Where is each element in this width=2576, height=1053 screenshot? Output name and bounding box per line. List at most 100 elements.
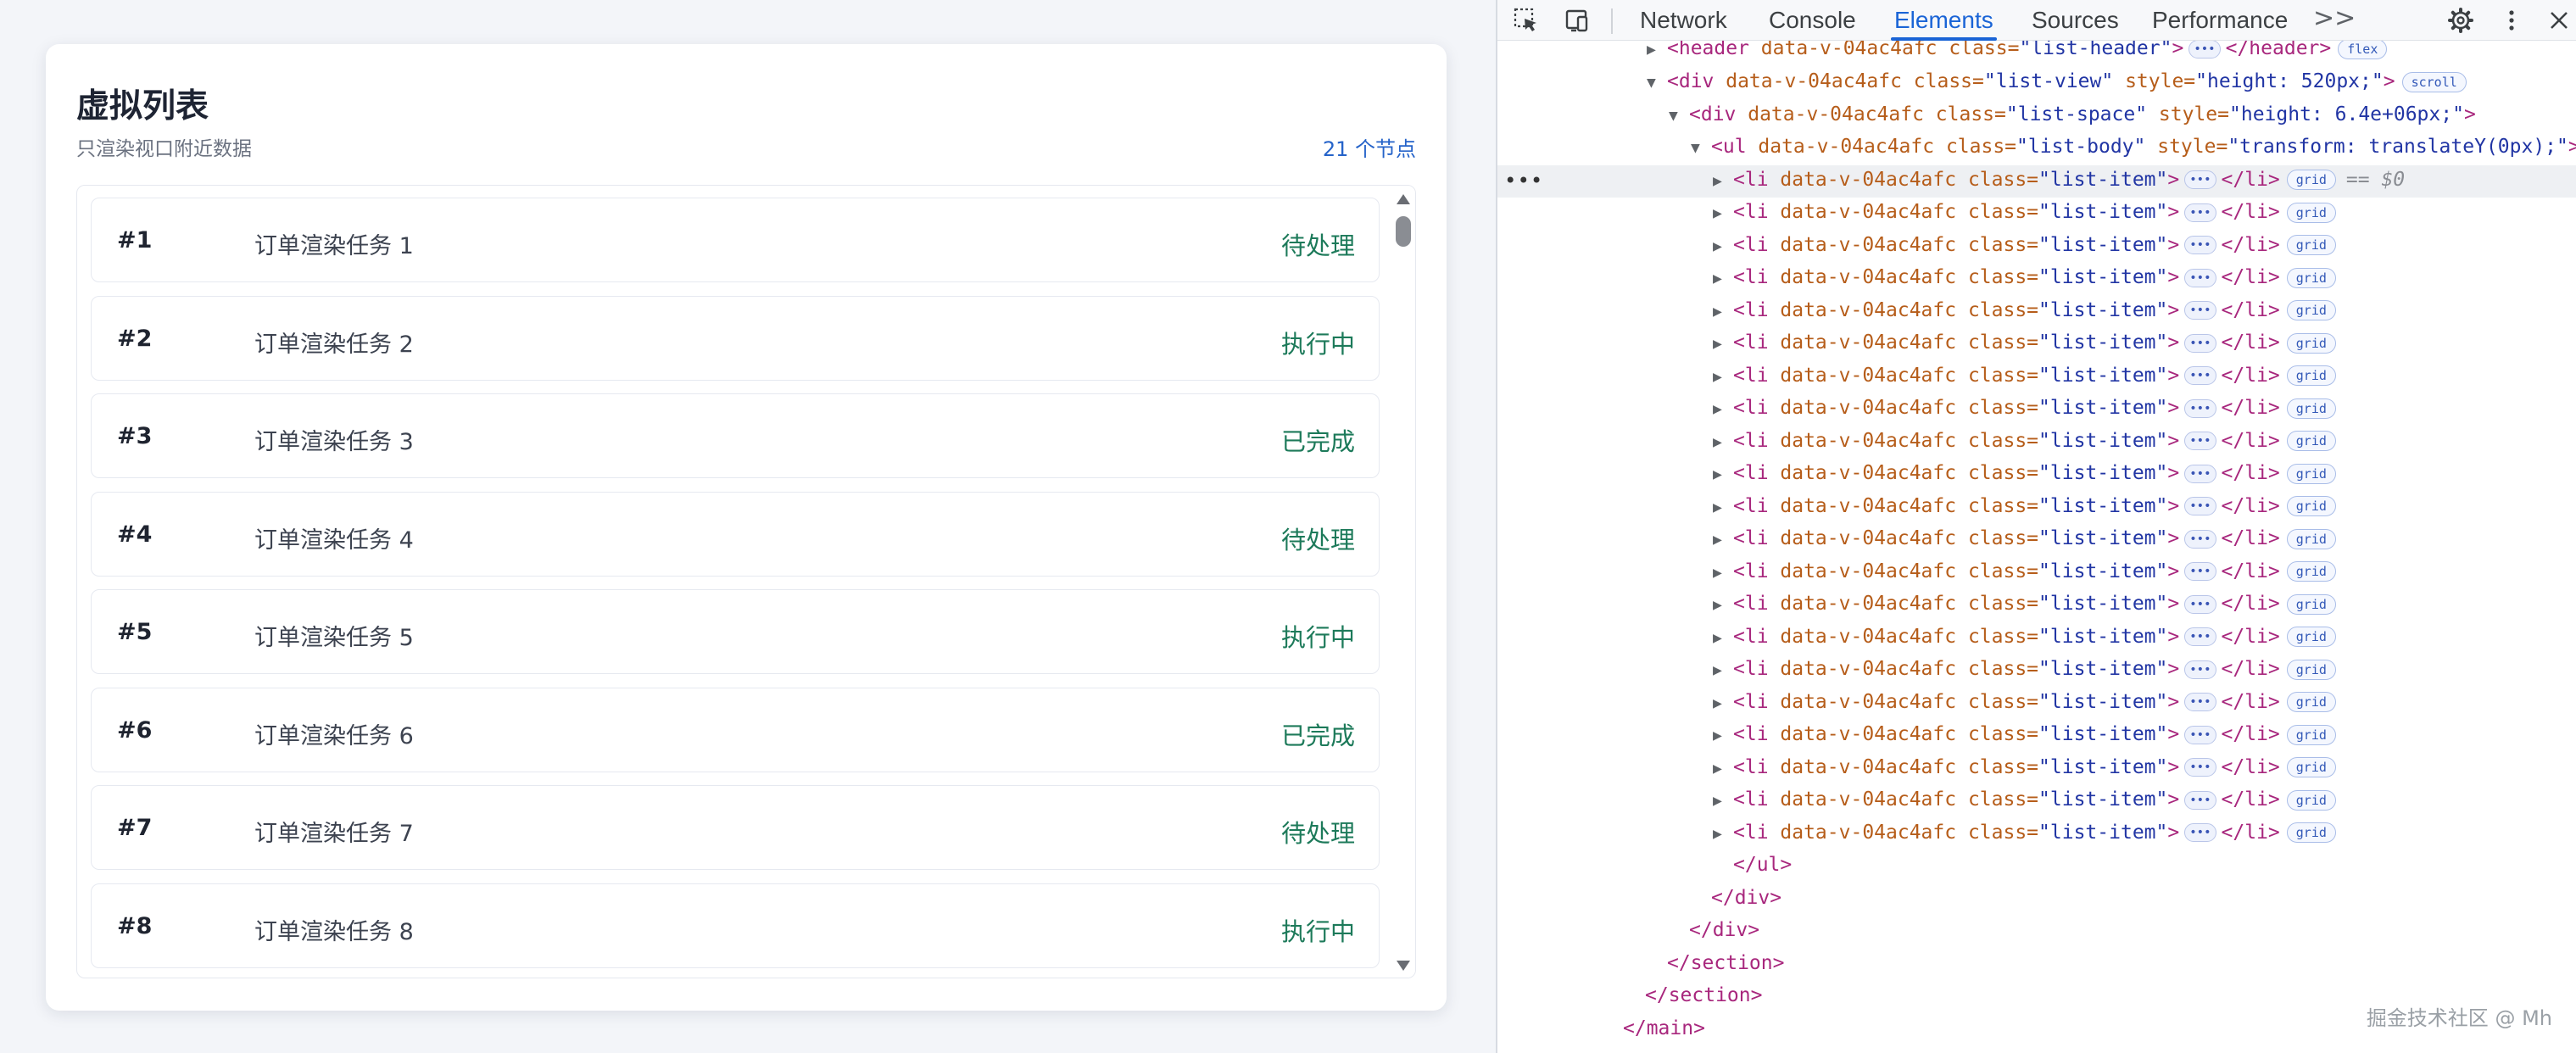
collapsed-content-icon[interactable]: ••• (2184, 333, 2216, 353)
layout-badge[interactable]: grid (2286, 789, 2336, 811)
collapsed-content-icon[interactable]: ••• (2184, 203, 2216, 222)
tree-node-list-item[interactable]: ••• ▶ <li data-v-04ac4afc class="list-item… (1497, 164, 2576, 198)
scroll-up-icon[interactable] (1397, 194, 1410, 204)
tree-node-list-item[interactable]: ▶ <li data-v-04ac4afc class="list-item"> •… (1497, 818, 2576, 851)
layout-badge[interactable]: grid (2286, 365, 2336, 386)
layout-badge[interactable]: grid (2286, 528, 2336, 549)
layout-badge[interactable]: grid (2286, 627, 2336, 647)
layout-badge[interactable]: grid (2286, 757, 2336, 777)
tree-node-list-item[interactable]: ▶ <li data-v-04ac4afc class="list-item"> •… (1497, 785, 2576, 818)
tree-closing-tag[interactable]: </div> (1497, 883, 2576, 916)
scroll-down-icon[interactable] (1397, 961, 1410, 971)
tree-node-list-item[interactable]: ▶ <li data-v-04ac4afc class="list-item"> •… (1497, 753, 2576, 786)
expand-arrow-icon[interactable]: ▶ (1647, 41, 1667, 58)
expand-arrow-icon[interactable]: ▶ (1713, 629, 1733, 647)
tab-console[interactable]: Console (1769, 5, 1856, 41)
tree-node-list-body[interactable]: ▼ <ul data-v-04ac4afc class="list-body" s… (1497, 132, 2576, 165)
expand-arrow-icon[interactable]: ▶ (1713, 825, 1733, 843)
device-toolbar-icon[interactable] (1564, 7, 1591, 34)
layout-badge[interactable]: grid (2286, 724, 2336, 745)
collapse-arrow-icon[interactable]: ▼ (1647, 74, 1667, 92)
tree-node-list-item[interactable]: ▶ <li data-v-04ac4afc class="list-item"> •… (1497, 393, 2576, 426)
expand-arrow-icon[interactable]: ▶ (1713, 270, 1733, 287)
tree-node-list-item[interactable]: ▶ <li data-v-04ac4afc class="list-item"> •… (1497, 296, 2576, 329)
expand-arrow-icon[interactable]: ▶ (1713, 204, 1733, 222)
expand-arrow-icon[interactable]: ▶ (1713, 368, 1733, 386)
layout-badge[interactable]: grid (2286, 170, 2336, 190)
layout-badge[interactable]: grid (2286, 235, 2336, 255)
layout-badge[interactable]: grid (2286, 463, 2336, 484)
tree-node-list-view[interactable]: ▼ <div data-v-04ac4afc class="list-view" … (1497, 67, 2576, 100)
tree-node-list-item[interactable]: ▶ <li data-v-04ac4afc class="list-item"> •… (1497, 492, 2576, 525)
expand-arrow-icon[interactable]: ▶ (1713, 564, 1733, 582)
tree-node-header[interactable]: ▶ <header data-v-04ac4afc class="list-hea… (1497, 41, 2576, 67)
list-view[interactable]: #1 订单渲染任务 1 待处理 #2 订单渲染任务 2 执行中 #3 订单渲染任务 3 已完成 #… (76, 185, 1416, 978)
tree-node-list-item[interactable]: ▶ <li data-v-04ac4afc class="list-item"> •… (1497, 426, 2576, 460)
layout-badge[interactable]: grid (2286, 822, 2336, 843)
scroll-thumb[interactable] (1396, 216, 1411, 247)
collapsed-content-icon[interactable]: ••• (2184, 497, 2216, 515)
more-tabs-icon[interactable]: >> (2313, 3, 2356, 33)
list-item[interactable]: #3 订单渲染任务 3 已完成 (91, 393, 1380, 478)
expand-arrow-icon[interactable]: ▶ (1713, 694, 1733, 712)
layout-badge[interactable]: grid (2286, 431, 2336, 451)
layout-badge[interactable]: scroll (2401, 71, 2467, 92)
collapsed-content-icon[interactable]: ••• (2184, 432, 2216, 450)
layout-badge[interactable]: grid (2286, 659, 2336, 680)
tree-node-list-item[interactable]: ▶ <li data-v-04ac4afc class="list-item"> •… (1497, 361, 2576, 394)
layout-badge[interactable]: flex (2338, 41, 2388, 59)
tree-node-list-item[interactable]: ▶ <li data-v-04ac4afc class="list-item"> •… (1497, 263, 2576, 296)
tree-node-list-item[interactable]: ▶ <li data-v-04ac4afc class="list-item"> •… (1497, 198, 2576, 231)
collapsed-content-icon[interactable]: ••• (2184, 268, 2216, 287)
row-actions-icon[interactable]: ••• (1504, 169, 1543, 192)
tree-node-list-space[interactable]: ▼ <div data-v-04ac4afc class="list-space"… (1497, 100, 2576, 133)
tab-elements[interactable]: Elements (1891, 5, 1997, 41)
collapsed-content-icon[interactable]: ••• (2184, 660, 2216, 679)
expand-arrow-icon[interactable]: ▶ (1713, 727, 1733, 744)
collapsed-content-icon[interactable]: ••• (2184, 627, 2216, 646)
layout-badge[interactable]: grid (2286, 332, 2336, 354)
collapsed-content-icon[interactable]: ••• (2184, 562, 2216, 581)
more-vert-icon[interactable] (2498, 7, 2525, 34)
close-icon[interactable] (2545, 7, 2573, 34)
collapsed-content-icon[interactable]: ••• (2184, 758, 2216, 777)
layout-badge[interactable]: grid (2286, 300, 2336, 320)
collapsed-content-icon[interactable]: ••• (2184, 170, 2216, 189)
tree-node-list-item[interactable]: ▶ <li data-v-04ac4afc class="list-item"> •… (1497, 231, 2576, 264)
collapsed-content-icon[interactable]: ••• (2184, 823, 2216, 842)
expand-arrow-icon[interactable]: ▶ (1713, 760, 1733, 777)
list-item[interactable]: #5 订单渲染任务 5 执行中 (91, 589, 1380, 674)
layout-badge[interactable]: grid (2286, 496, 2336, 516)
collapsed-content-icon[interactable]: ••• (2184, 301, 2216, 320)
layout-badge[interactable]: grid (2286, 398, 2336, 419)
collapsed-content-icon[interactable]: ••• (2184, 236, 2216, 254)
collapsed-content-icon[interactable]: ••• (2184, 529, 2216, 549)
tree-node-list-item[interactable]: ▶ <li data-v-04ac4afc class="list-item"> •… (1497, 655, 2576, 688)
collapsed-content-icon[interactable]: ••• (2184, 366, 2216, 385)
tree-closing-tag[interactable]: </div> (1497, 916, 2576, 949)
tree-node-list-item[interactable]: ▶ <li data-v-04ac4afc class="list-item"> •… (1497, 589, 2576, 622)
tree-node-list-item[interactable]: ▶ <li data-v-04ac4afc class="list-item"> •… (1497, 688, 2576, 721)
tab-performance[interactable]: Performance (2152, 5, 2288, 41)
list-item[interactable]: #8 订单渲染任务 8 执行中 (91, 883, 1380, 968)
tab-network[interactable]: Network (1640, 5, 1727, 41)
list-scrollbar[interactable] (1390, 186, 1415, 978)
tree-closing-tag[interactable]: </section> (1497, 949, 2576, 982)
expand-arrow-icon[interactable]: ▶ (1713, 172, 1733, 190)
list-item[interactable]: #2 订单渲染任务 2 执行中 (91, 295, 1380, 381)
collapsed-content-icon[interactable]: ••• (2184, 464, 2216, 483)
expand-arrow-icon[interactable]: ▶ (1713, 499, 1733, 516)
expand-arrow-icon[interactable]: ▶ (1713, 303, 1733, 320)
layout-badge[interactable]: grid (2286, 561, 2336, 582)
expand-arrow-icon[interactable]: ▶ (1713, 400, 1733, 418)
list-item[interactable]: #1 订单渲染任务 1 待处理 (91, 198, 1380, 282)
expand-arrow-icon[interactable]: ▶ (1713, 661, 1733, 679)
tree-closing-tag[interactable]: </ul> (1497, 850, 2576, 883)
expand-arrow-icon[interactable]: ▶ (1713, 792, 1733, 810)
list-item[interactable]: #7 订单渲染任务 7 待处理 (91, 785, 1380, 870)
collapsed-content-icon[interactable]: ••• (2188, 41, 2221, 58)
tree-node-list-item[interactable]: ▶ <li data-v-04ac4afc class="list-item"> •… (1497, 622, 2576, 655)
tree-node-list-item[interactable]: ▶ <li data-v-04ac4afc class="list-item"> •… (1497, 459, 2576, 492)
collapse-arrow-icon[interactable]: ▼ (1669, 107, 1689, 125)
list-item[interactable]: #4 订单渲染任务 4 待处理 (91, 491, 1380, 577)
